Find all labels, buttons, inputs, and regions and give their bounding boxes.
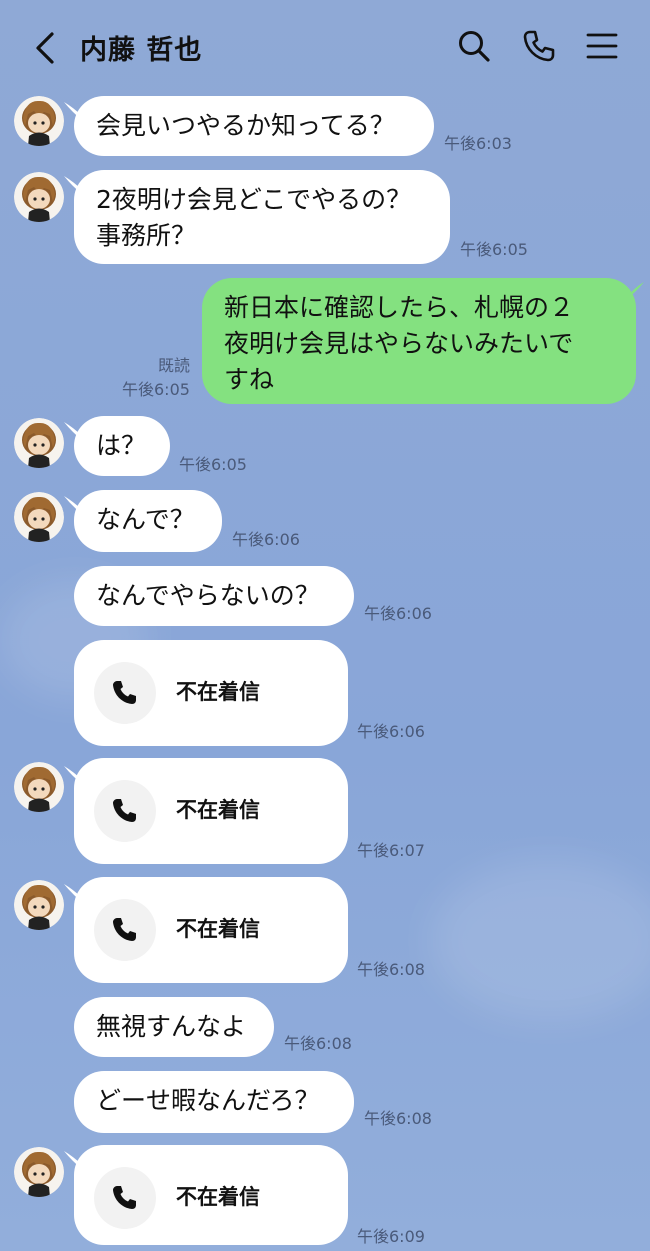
message-time: 午後6:05 (122, 380, 190, 399)
call-button[interactable] (521, 28, 557, 64)
search-button[interactable] (456, 28, 492, 64)
message-bubble[interactable]: なんで？ (74, 490, 222, 552)
avatar[interactable] (14, 418, 64, 468)
missed-call-card[interactable]: 不在着信 (74, 877, 348, 983)
cloud-decoration (430, 860, 650, 1020)
menu-button[interactable] (585, 28, 621, 64)
avatar[interactable] (14, 880, 64, 930)
missed-call-label: 不在着信 (176, 917, 260, 941)
call-icon-circle (94, 1167, 156, 1229)
phone-icon (113, 918, 136, 941)
message-time: 午後6:05 (460, 240, 528, 259)
message-time: 午後6:06 (364, 604, 432, 623)
phone-icon (113, 799, 136, 822)
chevron-left-icon (36, 32, 54, 64)
avatar-image (14, 96, 64, 146)
avatar[interactable] (14, 492, 64, 542)
message-bubble[interactable]: 2夜明け会見どこでやるの？ 事務所？ (74, 170, 450, 264)
call-icon-circle (94, 899, 156, 961)
search-icon (459, 31, 490, 62)
avatar[interactable] (14, 1147, 64, 1197)
avatar[interactable] (14, 172, 64, 222)
bubble-tail (628, 282, 644, 298)
message-time: 午後6:07 (357, 841, 425, 860)
missed-call-card[interactable]: 不在着信 (74, 640, 348, 746)
chat-header: 内藤 哲也 (0, 0, 650, 92)
avatar-image (14, 172, 64, 222)
phone-icon (113, 681, 136, 704)
avatar[interactable] (14, 762, 64, 812)
avatar-image (14, 418, 64, 468)
missed-call-card[interactable]: 不在着信 (74, 1145, 348, 1245)
message-time: 午後6:08 (357, 960, 425, 979)
message-bubble[interactable]: 無視すんなよ (74, 997, 274, 1057)
message-bubble-outgoing[interactable]: 新日本に確認したら、札幌の２ 夜明け会見はやらないみたいで すね (202, 278, 636, 404)
message-time: 午後6:05 (179, 455, 247, 474)
chat-title: 内藤 哲也 (80, 35, 203, 66)
message-bubble[interactable]: は？ (74, 416, 170, 476)
message-time: 午後6:08 (364, 1109, 432, 1128)
back-button[interactable] (28, 28, 64, 68)
call-icon-circle (94, 662, 156, 724)
missed-call-label: 不在着信 (176, 1185, 260, 1209)
phone-icon (523, 30, 555, 62)
message-bubble[interactable]: 会見いつやるか知ってる？ (74, 96, 434, 156)
avatar-image (14, 492, 64, 542)
message-time: 午後6:09 (357, 1227, 425, 1246)
call-icon-circle (94, 780, 156, 842)
menu-icon (586, 33, 618, 59)
missed-call-label: 不在着信 (176, 680, 260, 704)
message-bubble[interactable]: どーせ暇なんだろ？ (74, 1071, 354, 1133)
avatar-image (14, 880, 64, 930)
read-receipt: 既読 (158, 356, 191, 375)
avatar[interactable] (14, 96, 64, 146)
message-time: 午後6:08 (284, 1034, 352, 1053)
message-time: 午後6:06 (232, 530, 300, 549)
missed-call-card[interactable]: 不在着信 (74, 758, 348, 864)
missed-call-label: 不在着信 (176, 798, 260, 822)
avatar-image (14, 762, 64, 812)
phone-icon (113, 1186, 136, 1209)
message-time: 午後6:03 (444, 134, 512, 153)
message-bubble[interactable]: なんでやらないの？ (74, 566, 354, 626)
avatar-image (14, 1147, 64, 1197)
message-time: 午後6:06 (357, 722, 425, 741)
